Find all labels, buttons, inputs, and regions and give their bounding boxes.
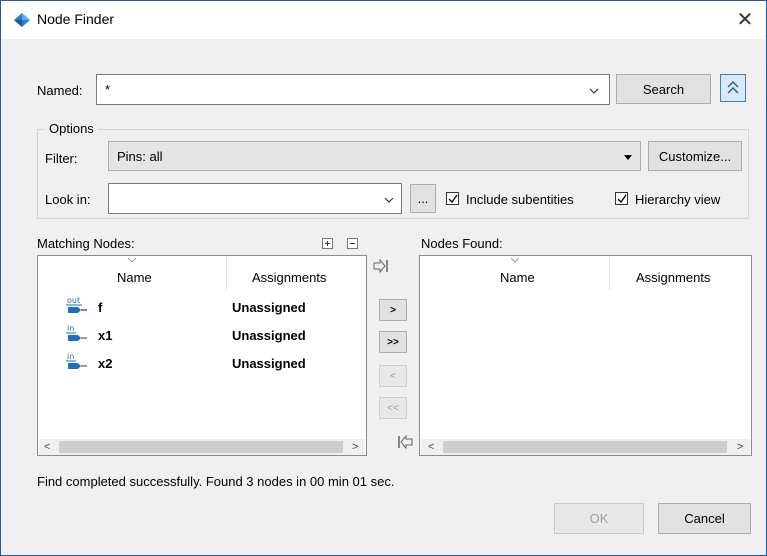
filter-label: Filter: [45, 151, 78, 166]
node-finder-dialog: Node Finder ✕ Named: * Search Options Fi… [0, 0, 767, 556]
column-header-name[interactable]: Name [500, 270, 535, 285]
dropdown-arrow-icon [624, 155, 632, 160]
scroll-right-icon[interactable]: > [737, 441, 743, 453]
remove-all-button[interactable]: << [379, 397, 407, 419]
hierarchy-view-label: Hierarchy view [635, 192, 721, 207]
node-name: x1 [98, 328, 113, 343]
output-pin-icon: out [66, 296, 87, 313]
node-name: x2 [98, 356, 113, 371]
node-name: f [98, 300, 103, 315]
lookin-combobox[interactable] [108, 183, 402, 214]
input-pin-icon: in [66, 324, 87, 341]
nodes-found-label: Nodes Found: [421, 236, 503, 251]
table-row[interactable]: in x1 Unassigned [38, 324, 366, 346]
double-chevron-up-icon [727, 81, 739, 94]
pin-type-text: out [67, 296, 80, 305]
horizontal-scrollbar[interactable]: < > [39, 439, 365, 455]
input-pin-icon: in [66, 352, 87, 369]
close-button[interactable]: ✕ [730, 5, 760, 33]
sort-caret-icon [511, 258, 519, 263]
matching-nodes-list[interactable]: Name Assignments out f Unassigned in x1 … [37, 255, 367, 456]
node-assignment: Unassigned [232, 356, 306, 371]
table-row[interactable]: out f Unassigned [38, 296, 366, 318]
named-combobox[interactable]: * [96, 74, 610, 105]
move-to-right-edge-icon [373, 259, 388, 273]
browse-button[interactable]: ... [410, 184, 436, 213]
remove-selected-button[interactable]: < [379, 365, 407, 387]
status-text: Find completed successfully. Found 3 nod… [37, 474, 395, 489]
horizontal-scrollbar[interactable]: < > [421, 439, 750, 455]
scroll-right-icon[interactable]: > [352, 441, 358, 453]
search-button[interactable]: Search [616, 74, 711, 104]
move-to-left-edge-icon [398, 435, 413, 449]
filter-value: Pins: all [117, 149, 163, 164]
chevron-down-icon [589, 88, 599, 94]
include-subentities-checkbox[interactable] [446, 192, 459, 205]
checkmark-icon [617, 194, 627, 204]
node-assignment: Unassigned [232, 300, 306, 315]
window-title: Node Finder [37, 11, 115, 27]
scrollbar-thumb[interactable] [443, 441, 727, 453]
lookin-label: Look in: [45, 192, 91, 207]
column-separator [226, 256, 227, 290]
table-row[interactable]: in x2 Unassigned [38, 352, 366, 374]
scrollbar-thumb[interactable] [59, 441, 343, 453]
hierarchy-view-checkbox[interactable] [615, 192, 628, 205]
expand-all-icon[interactable] [322, 238, 333, 249]
collapse-all-icon[interactable] [347, 238, 358, 249]
nodes-found-list[interactable]: Name Assignments < > [419, 255, 752, 456]
customize-button[interactable]: Customize... [648, 141, 742, 171]
title-bar: Node Finder ✕ [1, 1, 766, 39]
column-separator [609, 256, 610, 290]
column-header-name[interactable]: Name [117, 270, 152, 285]
ok-button[interactable]: OK [554, 503, 644, 534]
column-header-assignments[interactable]: Assignments [252, 270, 326, 285]
scroll-left-icon[interactable]: < [428, 441, 434, 453]
options-group-label: Options [45, 121, 98, 136]
node-assignment: Unassigned [232, 328, 306, 343]
include-subentities-label: Include subentities [466, 192, 574, 207]
named-value: * [105, 82, 111, 97]
filter-dropdown[interactable]: Pins: all [108, 141, 641, 171]
sort-caret-icon [128, 258, 136, 263]
add-all-button[interactable]: >> [379, 331, 407, 353]
cancel-button[interactable]: Cancel [658, 503, 751, 534]
close-icon: ✕ [736, 8, 754, 31]
chevron-down-icon [384, 197, 394, 203]
pin-type-text: in [67, 324, 74, 333]
app-diamond-icon [14, 13, 30, 27]
named-label: Named: [37, 83, 83, 98]
checkmark-icon [448, 194, 458, 204]
pin-type-text: in [67, 352, 74, 361]
scroll-left-icon[interactable]: < [44, 441, 50, 453]
column-header-assignments[interactable]: Assignments [636, 270, 710, 285]
add-selected-button[interactable]: > [379, 299, 407, 321]
collapse-options-button[interactable] [720, 74, 746, 102]
matching-nodes-label: Matching Nodes: [37, 236, 135, 251]
